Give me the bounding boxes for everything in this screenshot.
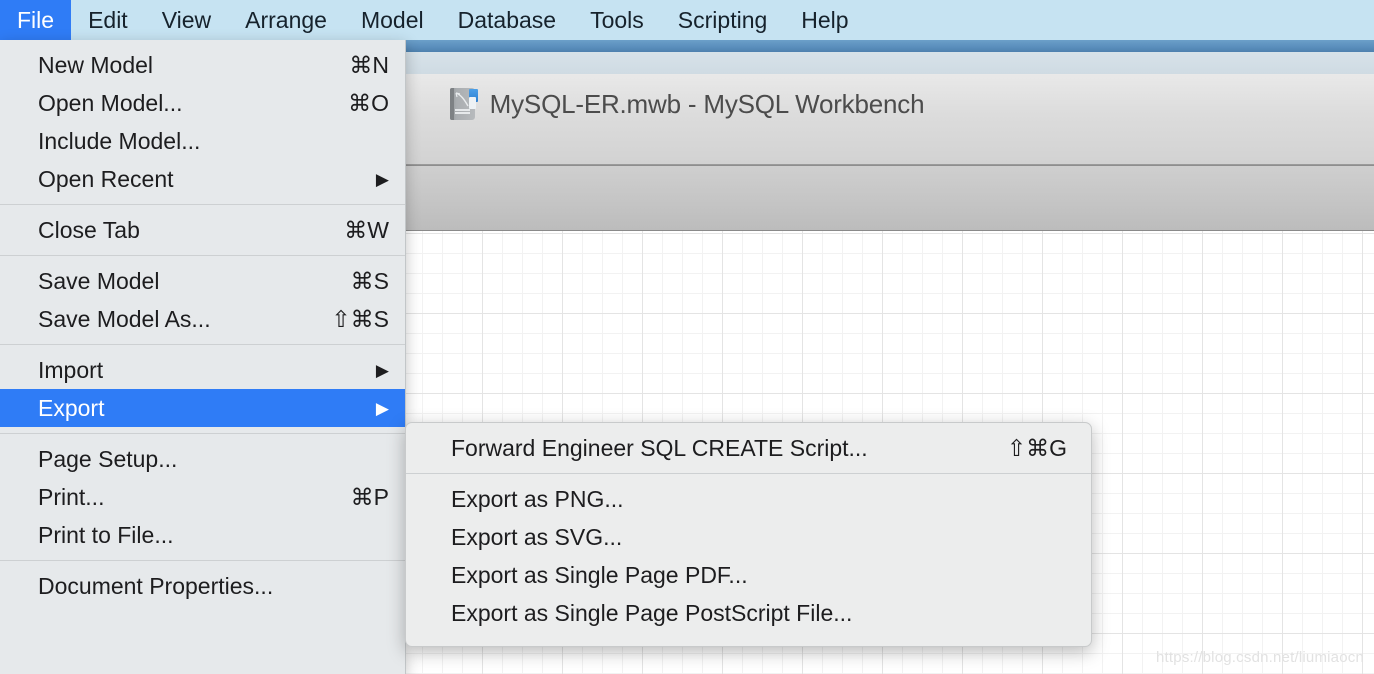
menu-group: Close Tab ⌘W	[0, 205, 405, 255]
menu-item-shortcut: ⌘S	[350, 267, 389, 294]
menubar-item-view-label: View	[161, 6, 212, 33]
menu-item-shortcut: ⌘O	[348, 89, 389, 116]
menu-item-label: Close Tab	[38, 216, 140, 243]
export-submenu: Forward Engineer SQL CREATE Script... ⇧⌘G…	[405, 422, 1092, 647]
menu-item-open-recent[interactable]: Open Recent ▶	[0, 160, 405, 198]
menubar-item-edit-label: Edit	[88, 6, 128, 33]
menubar-item-database[interactable]: Database	[441, 0, 573, 40]
menu-item-label: Print...	[38, 483, 105, 510]
menu-group: Import ▶ Export ▶	[0, 345, 405, 433]
menu-item-new-model[interactable]: New Model ⌘N	[0, 46, 405, 84]
menu-item-export-as-single-page-postscript-file[interactable]: Export as Single Page PostScript File...	[406, 594, 1091, 632]
menu-item-shortcut: ⇧⌘S	[331, 305, 389, 332]
menubar-item-scripting[interactable]: Scripting	[661, 0, 784, 40]
menu-item-label: Export as PNG...	[451, 485, 624, 512]
submenu-arrow-icon: ▶	[375, 398, 389, 418]
menubar-item-view[interactable]: View	[145, 0, 228, 40]
menu-item-close-tab[interactable]: Close Tab ⌘W	[0, 211, 405, 249]
menu-group: Page Setup... Print... ⌘P Print to File...	[0, 434, 405, 560]
menubar-item-arrange[interactable]: Arrange	[228, 0, 344, 40]
menubar-item-file-label: File	[17, 6, 55, 33]
menu-group: Export as PNG... Export as SVG... Export a…	[406, 474, 1091, 638]
menu-item-export[interactable]: Export ▶	[0, 389, 405, 427]
menu-item-forward-engineer-sql-create-script[interactable]: Forward Engineer SQL CREATE Script... ⇧⌘G	[406, 429, 1091, 467]
menubar-item-edit[interactable]: Edit	[71, 0, 145, 40]
menu-item-label: Save Model	[38, 267, 160, 294]
menu-item-label: Export as SVG...	[451, 523, 623, 550]
menu-item-import[interactable]: Import ▶	[0, 351, 405, 389]
menu-item-document-properties[interactable]: Document Properties...	[0, 567, 405, 605]
menu-item-export-as-single-page-pdf[interactable]: Export as Single Page PDF...	[406, 556, 1091, 594]
submenu-arrow-icon: ▶	[375, 360, 389, 380]
menu-item-include-model[interactable]: Include Model...	[0, 122, 405, 160]
menu-group: Forward Engineer SQL CREATE Script... ⇧⌘G	[406, 423, 1091, 473]
menu-item-label: Page Setup...	[38, 445, 178, 472]
menu-item-label: Document Properties...	[38, 572, 274, 599]
menubar-item-model[interactable]: Model	[344, 0, 441, 40]
menubar-item-tools[interactable]: Tools	[573, 0, 661, 40]
menu-item-label: Export as Single Page PostScript File...	[451, 599, 853, 626]
menu-group: Document Properties...	[0, 561, 405, 611]
app-screenshot: MySQL-ER.mwb - MySQL Workbench https://b…	[0, 0, 1374, 674]
menu-item-shortcut: ⌘W	[344, 216, 389, 243]
menu-item-label: Export as Single Page PDF...	[451, 561, 748, 588]
menubar-item-arrange-label: Arrange	[245, 6, 327, 33]
menu-group: Save Model ⌘S Save Model As... ⇧⌘S	[0, 256, 405, 344]
menu-item-print[interactable]: Print... ⌘P	[0, 478, 405, 516]
file-dropdown-menu: New Model ⌘N Open Model... ⌘O Include Model.…	[0, 40, 406, 674]
menu-item-print-to-file[interactable]: Print to File...	[0, 516, 405, 554]
menu-item-shortcut: ⌘N	[349, 51, 389, 78]
menu-group: New Model ⌘N Open Model... ⌘O Include Model.…	[0, 40, 405, 204]
menu-item-label: Save Model As...	[38, 305, 211, 332]
menu-item-open-model[interactable]: Open Model... ⌘O	[0, 84, 405, 122]
model-document-icon	[449, 88, 478, 120]
menu-item-shortcut: ⇧⌘G	[1006, 434, 1067, 461]
menu-item-page-setup[interactable]: Page Setup...	[0, 440, 405, 478]
menu-item-label: Export	[38, 394, 105, 421]
menu-item-save-model-as[interactable]: Save Model As... ⇧⌘S	[0, 300, 405, 338]
submenu-arrow-icon: ▶	[375, 169, 389, 189]
menu-item-label: Open Recent	[38, 165, 174, 192]
menubar: File Edit View Arrange Model Database To…	[0, 0, 1374, 40]
menu-item-label: Print to File...	[38, 521, 174, 548]
window-title: MySQL-ER.mwb - MySQL Workbench	[489, 88, 925, 119]
menu-item-label: Forward Engineer SQL CREATE Script...	[451, 434, 868, 461]
menubar-item-help[interactable]: Help	[784, 0, 865, 40]
menubar-item-model-label: Model	[360, 6, 424, 33]
menu-item-export-as-png[interactable]: Export as PNG...	[406, 480, 1091, 518]
menubar-item-scripting-label: Scripting	[677, 6, 768, 33]
menu-item-label: Include Model...	[38, 127, 201, 154]
menubar-item-help-label: Help	[801, 6, 849, 33]
menu-item-export-as-svg[interactable]: Export as SVG...	[406, 518, 1091, 556]
menubar-item-tools-label: Tools	[590, 6, 644, 33]
menubar-item-file[interactable]: File	[0, 0, 72, 40]
menubar-item-database-label: Database	[457, 6, 557, 33]
menu-item-label: New Model	[38, 51, 154, 78]
menu-item-shortcut: ⌘P	[350, 483, 389, 510]
menu-item-label: Import	[38, 356, 104, 383]
menu-item-label: Open Model...	[38, 89, 183, 116]
menu-item-save-model[interactable]: Save Model ⌘S	[0, 262, 405, 300]
watermark-text: https://blog.csdn.net/liumiaocn	[1156, 649, 1364, 666]
